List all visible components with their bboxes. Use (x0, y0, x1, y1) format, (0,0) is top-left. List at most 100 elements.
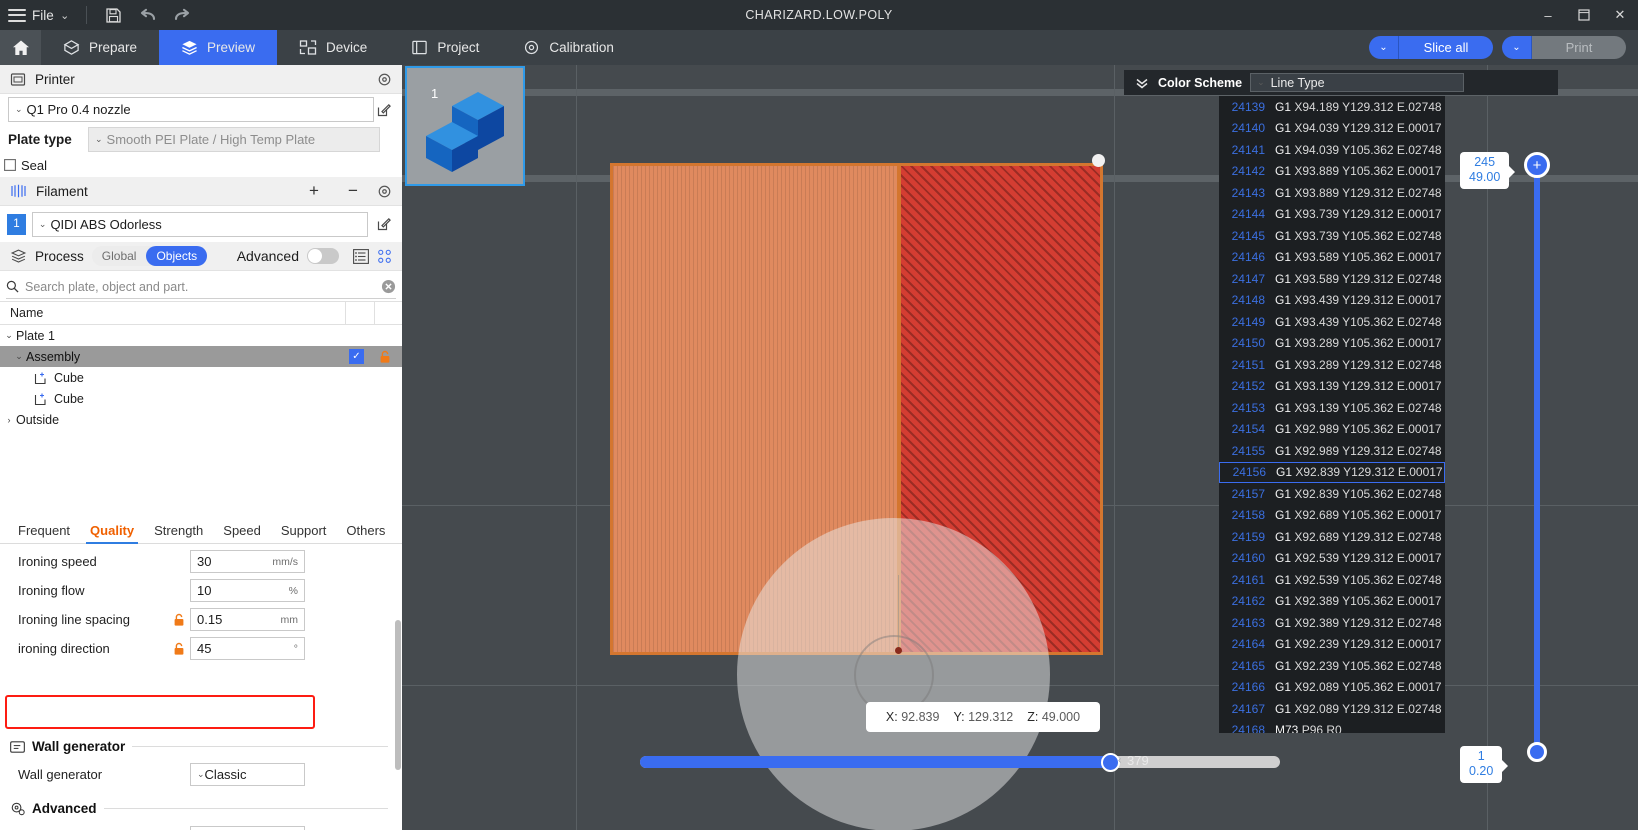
gcode-line[interactable]: 24151 G1 X93.289 Y129.312 E.02748 (1219, 354, 1445, 376)
chevron-down-icon[interactable]: ⌄ (2, 330, 16, 341)
vertical-slider-top-handle[interactable]: + (1524, 152, 1550, 178)
gcode-line[interactable]: 24156 G1 X92.839 Y129.312 E.00017 (1219, 461, 1445, 483)
gcode-line[interactable]: 24168 M73 P96 R0 (1219, 720, 1445, 733)
tab-device[interactable]: Device (277, 30, 389, 65)
tab-calibration[interactable]: Calibration (501, 30, 636, 65)
close-button[interactable]: ✕ (1602, 0, 1638, 30)
horizontal-move-slider[interactable]: ‹ 379 (640, 751, 1280, 772)
menu-hamburger-icon[interactable] (8, 8, 26, 22)
minimize-button[interactable]: – (1530, 0, 1566, 30)
tree-item-outside[interactable]: › Outside (0, 409, 402, 430)
chevron-right-icon[interactable]: › (2, 415, 16, 425)
gcode-line[interactable]: 24140 G1 X94.039 Y129.312 E.00017 (1219, 118, 1445, 140)
process-scope-toggle[interactable]: Global Objects (91, 246, 208, 266)
edit-filament-preset-icon[interactable] (374, 214, 394, 234)
ironing-flow-input[interactable]: 10 % (190, 579, 305, 602)
gcode-line[interactable]: 24141 G1 X94.039 Y105.362 E.02748 (1219, 139, 1445, 161)
filament-preset-select[interactable]: ⌄ QIDI ABS Odorless (31, 211, 369, 237)
gcode-line[interactable]: 24153 G1 X93.139 Y105.362 E.02748 (1219, 397, 1445, 419)
gcode-line[interactable]: 24159 G1 X92.689 Y129.312 E.02748 (1219, 526, 1445, 548)
search-bar[interactable]: Search plate, object and part. (6, 275, 396, 299)
seal-checkbox[interactable] (4, 159, 16, 171)
gcode-line[interactable]: 24139 G1 X94.189 Y129.312 E.02748 (1219, 96, 1445, 118)
gcode-line[interactable]: 24146 G1 X93.589 Y105.362 E.00017 (1219, 247, 1445, 269)
tab-preview[interactable]: Preview (159, 30, 278, 65)
gcode-line[interactable]: 24158 G1 X92.689 Y105.362 E.00017 (1219, 505, 1445, 527)
remove-filament-button[interactable]: − (338, 181, 368, 201)
tab-speed[interactable]: Speed (213, 519, 271, 543)
collapse-chevron-icon[interactable] (1134, 76, 1150, 90)
print-split-button[interactable]: ⌄ Print (1502, 36, 1626, 59)
tree-item-assembly[interactable]: ⌄ Assembly ✓ (0, 346, 402, 367)
slice-all-button[interactable]: Slice all (1399, 36, 1493, 59)
tab-support[interactable]: Support (271, 519, 337, 543)
printer-preset-select[interactable]: ⌄ Q1 Pro 0.4 nozzle (8, 97, 375, 122)
file-menu-label[interactable]: File (32, 8, 54, 23)
gcode-line[interactable]: 24145 G1 X93.739 Y105.362 E.02748 (1219, 225, 1445, 247)
gcode-line[interactable]: 24149 G1 X93.439 Y105.362 E.02748 (1219, 311, 1445, 333)
scope-objects-pill[interactable]: Objects (146, 246, 208, 266)
gcode-line[interactable]: 24162 G1 X92.389 Y105.362 E.00017 (1219, 591, 1445, 613)
left-panel-scrollbar[interactable] (395, 620, 401, 770)
plate-type-select[interactable]: ⌄ Smooth PEI Plate / High Temp Plate (88, 126, 380, 152)
tree-item-cube-1[interactable]: Cube (0, 367, 402, 388)
maximize-button[interactable] (1566, 0, 1602, 30)
vertical-slider-bottom-handle[interactable] (1527, 742, 1547, 762)
tree-item-cube-2[interactable]: Cube (0, 388, 402, 409)
gcode-line[interactable]: 24148 G1 X93.439 Y129.312 E.00017 (1219, 290, 1445, 312)
list-view-icon[interactable] (353, 248, 369, 264)
gcode-line[interactable]: 24164 G1 X92.239 Y129.312 E.00017 (1219, 634, 1445, 656)
print-dropdown-caret[interactable]: ⌄ (1502, 36, 1532, 59)
gcode-line[interactable]: 24150 G1 X93.289 Y105.362 E.00017 (1219, 333, 1445, 355)
tree-item-plate-1[interactable]: ⌄ Plate 1 (0, 325, 402, 346)
scope-global-pill[interactable]: Global (92, 246, 147, 266)
gcode-line[interactable]: 24157 G1 X92.839 Y105.362 E.02748 (1219, 483, 1445, 505)
tab-others[interactable]: Others (336, 519, 395, 543)
edit-printer-preset-icon[interactable] (374, 100, 394, 120)
gcode-line[interactable]: 24160 G1 X92.539 Y129.312 E.00017 (1219, 548, 1445, 570)
gcode-list-panel[interactable]: 24139 G1 X94.189 Y129.312 E.02748 24140 G1 … (1219, 96, 1445, 733)
color-scheme-select[interactable]: ⌄ Line Type (1250, 73, 1465, 92)
gcode-line[interactable]: 24144 G1 X93.739 Y129.312 E.00017 (1219, 204, 1445, 226)
gcode-line[interactable]: 24161 G1 X92.539 Y105.362 E.02748 (1219, 569, 1445, 591)
lock-open-icon[interactable] (168, 642, 190, 656)
gcode-line[interactable]: 24154 G1 X92.989 Y105.362 E.00017 (1219, 419, 1445, 441)
add-filament-button[interactable]: + (299, 181, 329, 201)
gcode-line[interactable]: 24166 G1 X92.089 Y105.362 E.00017 (1219, 677, 1445, 699)
filament-settings-gear-icon[interactable] (377, 184, 392, 199)
gcode-line[interactable]: 24167 G1 X92.089 Y129.312 E.02748 (1219, 698, 1445, 720)
home-button[interactable] (0, 30, 41, 65)
tab-quality[interactable]: Quality (80, 519, 144, 544)
redo-icon[interactable] (165, 0, 199, 30)
tab-frequent[interactable]: Frequent (8, 519, 80, 543)
gcode-line[interactable]: 24152 G1 X93.139 Y129.312 E.00017 (1219, 376, 1445, 398)
tab-project[interactable]: Project (389, 30, 501, 65)
tab-prepare[interactable]: Prepare (41, 30, 159, 65)
lock-open-icon[interactable] (379, 350, 391, 364)
gcode-line[interactable]: 24165 G1 X92.239 Y105.362 E.02748 (1219, 655, 1445, 677)
undo-icon[interactable] (131, 0, 165, 30)
advanced-mode-toggle[interactable] (307, 248, 339, 264)
slice-all-split-button[interactable]: ⌄ Slice all (1369, 36, 1493, 59)
tree-item-checkbox[interactable]: ✓ (349, 349, 364, 364)
gcode-line[interactable]: 24147 G1 X93.589 Y129.312 E.02748 (1219, 268, 1445, 290)
gcode-line[interactable]: 24143 G1 X93.889 Y129.312 E.02748 (1219, 182, 1445, 204)
chevron-down-icon[interactable]: ⌄ (12, 351, 26, 362)
print-button[interactable]: Print (1532, 36, 1626, 59)
save-icon[interactable] (97, 0, 131, 30)
lock-open-icon[interactable] (168, 613, 190, 627)
printer-settings-gear-icon[interactable] (377, 72, 392, 87)
gcode-line[interactable]: 24155 G1 X92.989 Y129.312 E.02748 (1219, 440, 1445, 462)
tab-strength[interactable]: Strength (144, 519, 213, 543)
3d-viewport[interactable]: 1 X: 92.839 Y: 129.312 Z: 49.000 ‹ 379 +… (402, 65, 1638, 830)
clear-search-icon[interactable] (381, 279, 396, 294)
wall-generator-select[interactable]: ⌄ Classic (190, 763, 305, 786)
ironing-line-spacing-input[interactable]: 0.15 mm (190, 608, 305, 631)
gcode-line[interactable]: 24142 G1 X93.889 Y105.362 E.00017 (1219, 161, 1445, 183)
ironing-speed-input[interactable]: 30 mm/s (190, 550, 305, 573)
order-of-walls-select[interactable]: ⌄ inner/outer (190, 826, 305, 830)
search-input[interactable]: Search plate, object and part. (25, 280, 375, 294)
plate-thumbnail[interactable]: 1 (405, 66, 525, 186)
slice-all-dropdown-caret[interactable]: ⌄ (1369, 36, 1399, 59)
vertical-layer-slider[interactable]: + 245 49.00 1 0.20 (1460, 152, 1550, 783)
